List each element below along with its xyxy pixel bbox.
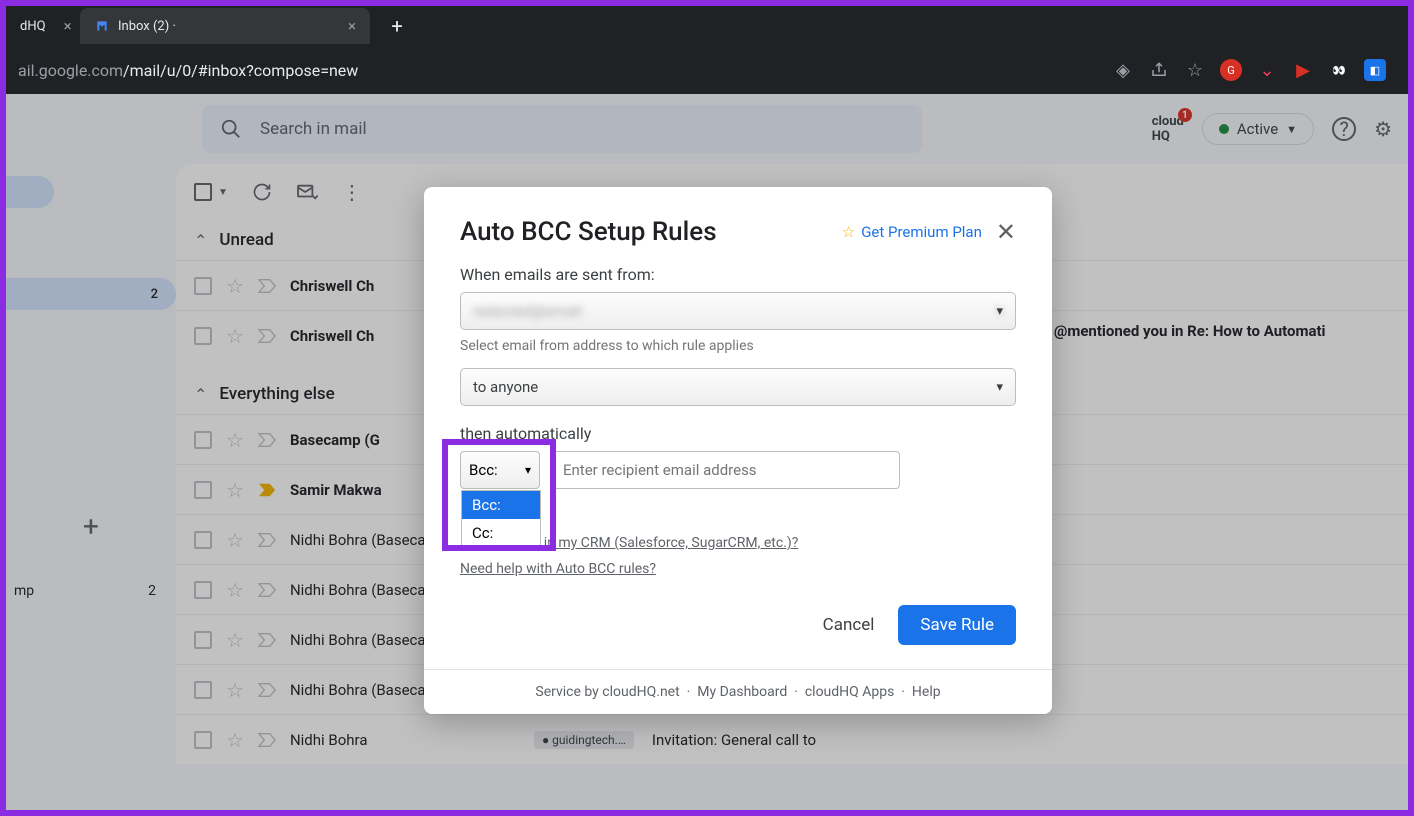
auto-bcc-modal: Auto BCC Setup Rules ☆ Get Premium Plan … (424, 187, 1052, 714)
modal-title: Auto BCC Setup Rules (460, 217, 717, 247)
tab-title: dHQ (20, 19, 46, 34)
recipient-scope-select[interactable]: to anyone (460, 368, 1016, 406)
bcc-cc-dropdown: Bcc: Cc: (461, 490, 541, 548)
tab-title: Inbox (2) · (118, 19, 176, 34)
browser-chrome: dHQ × Inbox (2) · × + ail.google.com/mai… (6, 6, 1408, 94)
help-link[interactable]: Help (912, 684, 941, 700)
dropdown-option-cc[interactable]: Cc: (462, 519, 540, 547)
diamond-icon[interactable]: ◈ (1112, 59, 1134, 81)
extension-icon[interactable]: 👀 (1328, 59, 1350, 81)
close-icon[interactable]: ✕ (996, 218, 1016, 246)
dashboard-link[interactable]: My Dashboard (697, 684, 787, 700)
label-from: When emails are sent from: (460, 265, 1016, 284)
new-tab-button[interactable]: + (382, 11, 412, 41)
star-icon[interactable]: ☆ (1184, 59, 1206, 81)
rules-help-link[interactable]: Need help with Auto BCC rules? (460, 561, 1016, 577)
recipient-email-input[interactable]: Enter recipient email address (550, 451, 900, 489)
cloudhq-link[interactable]: cloudHQ.net (602, 684, 679, 700)
gmail-app: Search in mail cloudHQ1 Active ▼ ? ⚙ 2 +… (6, 94, 1408, 810)
play-icon[interactable]: ▶ (1292, 59, 1314, 81)
crm-help-link[interactable]: BCC address in my CRM (Salesforce, Sugar… (460, 535, 1016, 551)
apps-link[interactable]: cloudHQ Apps (805, 684, 895, 700)
url-path: /mail/u/0/#inbox?compose=new (123, 61, 358, 80)
from-hint: Select email from address to which rule … (460, 338, 1016, 354)
gmail-icon (94, 18, 110, 34)
tab-strip: dHQ × Inbox (2) · × + (6, 6, 1408, 46)
save-rule-button[interactable]: Save Rule (898, 605, 1016, 645)
star-icon: ☆ (842, 223, 855, 241)
bcc-cc-select[interactable]: Bcc: Bcc: Cc: (460, 451, 540, 489)
from-select[interactable]: redacted@email (460, 292, 1016, 330)
close-icon[interactable]: × (64, 17, 72, 35)
premium-link[interactable]: ☆ Get Premium Plan (842, 223, 982, 241)
share-icon[interactable] (1148, 59, 1170, 81)
browser-tab[interactable]: dHQ × (6, 8, 78, 44)
extension-icon[interactable]: G (1220, 59, 1242, 81)
dropdown-option-bcc[interactable]: Bcc: (462, 491, 540, 519)
pocket-icon[interactable]: ⌄ (1256, 59, 1278, 81)
url-host: ail.google.com (18, 61, 123, 80)
label-then: then automatically (460, 424, 1016, 443)
extension-icon[interactable]: ◧ (1364, 59, 1386, 81)
cancel-button[interactable]: Cancel (823, 615, 875, 635)
url-display[interactable]: ail.google.com/mail/u/0/#inbox?compose=n… (14, 61, 1112, 80)
browser-tab-active[interactable]: Inbox (2) · × (80, 8, 370, 44)
toolbar-icons: ◈ ☆ G ⌄ ▶ 👀 ◧ (1112, 59, 1400, 81)
address-bar: ail.google.com/mail/u/0/#inbox?compose=n… (6, 46, 1408, 94)
close-icon[interactable]: × (348, 17, 356, 35)
modal-footer: Service by cloudHQ.net · My Dashboard · … (424, 669, 1052, 714)
